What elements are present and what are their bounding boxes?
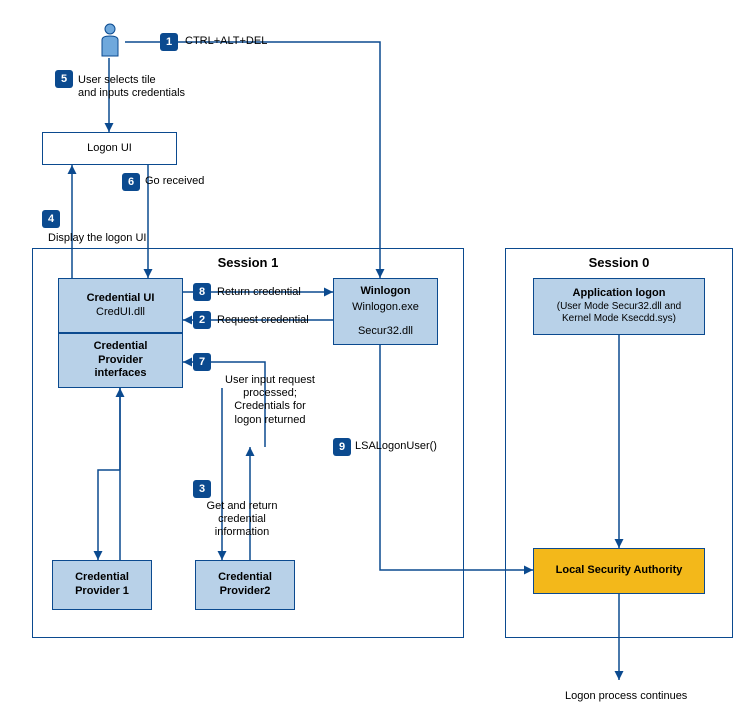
step-4: 4	[42, 210, 60, 228]
winlogon-sub2: Secur32.dll	[358, 325, 413, 339]
box-local-security-authority: Local Security Authority	[533, 548, 705, 594]
label-user-selects: User selects tile and inputs credentials	[78, 74, 185, 100]
winlogon-sub1: Winlogon.exe	[352, 301, 419, 315]
box-credential-ui: Credential UI CredUI.dll	[58, 278, 183, 333]
box-winlogon: Winlogon Winlogon.exe Secur32.dll	[333, 278, 438, 345]
user-icon	[98, 22, 122, 61]
step-1: 1	[160, 33, 178, 51]
step-5: 5	[55, 70, 73, 88]
lsa-label: Local Security Authority	[556, 564, 683, 578]
box-application-logon: Application logon (User Mode Secur32.dll…	[533, 278, 705, 335]
box-cred-provider-2: Credential Provider2	[195, 560, 295, 610]
label-ctrl-alt-del: CTRL+ALT+DEL	[185, 35, 267, 48]
session-0-title: Session 0	[506, 255, 732, 270]
winlogon-title: Winlogon	[361, 285, 411, 299]
box-credential-provider-interfaces: Credential Provider interfaces	[58, 333, 183, 388]
box-cred-provider-1: Credential Provider 1	[52, 560, 152, 610]
cred-provider-1-label: Credential Provider 1	[75, 571, 129, 599]
app-logon-sub: (User Mode Secur32.dll and Kernel Mode K…	[557, 301, 682, 326]
cred-provider-if-label: Credential Provider interfaces	[94, 340, 148, 381]
session-1-title: Session 1	[33, 255, 463, 270]
step-6: 6	[122, 173, 140, 191]
label-logon-continues: Logon process continues	[565, 690, 687, 703]
credential-ui-sub: CredUI.dll	[96, 306, 145, 320]
app-logon-title: Application logon	[573, 287, 666, 301]
label-display-logon-ui: Display the logon UI	[48, 232, 146, 245]
label-go-received: Go received	[145, 175, 204, 188]
credential-ui-title: Credential UI	[87, 292, 155, 306]
box-logon-ui-label: Logon UI	[87, 142, 132, 156]
box-logon-ui: Logon UI	[42, 132, 177, 165]
cred-provider-2-label: Credential Provider2	[218, 571, 272, 599]
